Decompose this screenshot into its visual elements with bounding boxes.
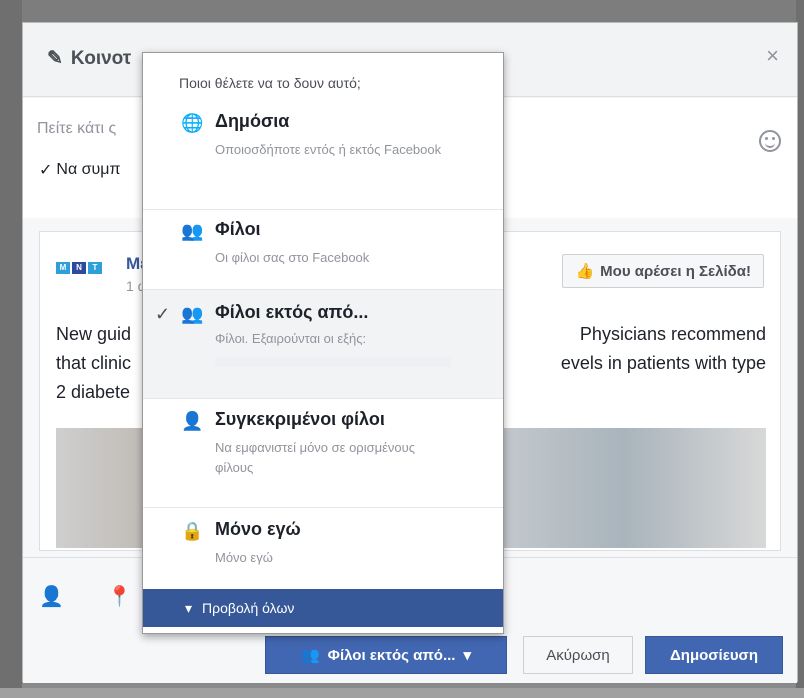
caret-down-icon: ▾ bbox=[185, 599, 193, 616]
logo-letter: M bbox=[56, 262, 70, 274]
dialog-title-text: Κοινοτ bbox=[70, 47, 132, 69]
post-text-fragment: New guid bbox=[56, 324, 132, 344]
privacy-option-friends-except[interactable]: ✓ 👥 Φίλοι εκτός από... Φίλοι. Εξαιρούντα… bbox=[143, 290, 503, 398]
privacy-option-title: Φίλοι εκτός από... bbox=[215, 302, 369, 322]
backdrop-top bbox=[0, 0, 804, 22]
privacy-menu: Ποιοι θέλετε να το δουν αυτό; 🌐 Δημόσια … bbox=[142, 52, 504, 634]
backdrop-bottom bbox=[0, 688, 804, 698]
location-icon[interactable]: 📍 bbox=[107, 584, 132, 609]
composer-input[interactable]: Πείτε κάτι ς bbox=[37, 120, 116, 138]
caret-down-icon: ▾ bbox=[463, 647, 472, 664]
privacy-option-desc: Μόνο εγώ bbox=[215, 550, 273, 565]
privacy-option-only-me[interactable]: 🔒 Μόνο εγώ Μόνο εγώ bbox=[143, 519, 503, 568]
privacy-option-title: Φίλοι bbox=[215, 219, 261, 239]
audience-label: Φίλοι εκτός από... bbox=[327, 646, 456, 664]
privacy-menu-header: Ποιοι θέλετε να το δουν αυτό; bbox=[179, 75, 361, 91]
post-text-fragment: evels in patients with type bbox=[560, 353, 766, 373]
logo-letter: N bbox=[72, 262, 86, 274]
like-page-button[interactable]: 👍 Μου αρέσει η Σελίδα! bbox=[562, 254, 764, 288]
page-logo: M N T bbox=[56, 262, 102, 274]
menu-divider bbox=[143, 507, 503, 508]
dialog-title: ✎ Κοινοτ bbox=[47, 47, 131, 70]
see-all-button[interactable]: ▾ Προβολή όλων bbox=[143, 589, 503, 627]
post-text-fragment: Physicians recommend bbox=[579, 324, 766, 344]
globe-icon: 🌐 bbox=[181, 113, 204, 133]
emoji-icon[interactable] bbox=[759, 130, 781, 152]
logo-letter: T bbox=[88, 262, 102, 274]
menu-divider bbox=[143, 209, 503, 210]
privacy-option-specific-friends[interactable]: 👤 Συγκεκριμένοι φίλοι Να εμφανιστεί μόνο… bbox=[143, 409, 503, 478]
friends-except-icon: 👥 bbox=[300, 647, 320, 664]
excluded-friends-field[interactable] bbox=[215, 357, 451, 367]
share-checkbox[interactable]: ✓ Να συμπ bbox=[39, 160, 121, 180]
privacy-option-title: Δημόσια bbox=[215, 111, 290, 131]
audience-selector-button[interactable]: 👥 Φίλοι εκτός από... ▾ bbox=[265, 636, 507, 674]
close-icon[interactable]: × bbox=[766, 43, 779, 69]
privacy-option-desc: Φίλοι. Εξαιρούνται οι εξής: bbox=[215, 331, 367, 346]
publish-button[interactable]: Δημοσίευση bbox=[645, 636, 783, 674]
like-page-label: Μου αρέσει η Σελίδα! bbox=[600, 262, 751, 280]
tag-friends-icon[interactable]: 👤 bbox=[39, 584, 64, 609]
thumbs-up-icon: 👍 bbox=[575, 263, 595, 280]
see-all-label: Προβολή όλων bbox=[202, 600, 295, 616]
friends-except-icon: 👥 bbox=[181, 304, 204, 324]
cancel-button[interactable]: Ακύρωση bbox=[523, 636, 633, 674]
checkmark-icon: ✓ bbox=[155, 304, 171, 324]
lock-icon: 🔒 bbox=[181, 521, 204, 541]
privacy-option-title: Συγκεκριμένοι φίλοι bbox=[215, 409, 385, 429]
privacy-option-title: Μόνο εγώ bbox=[215, 519, 301, 539]
edit-icon: ✎ bbox=[47, 48, 63, 69]
person-icon: 👤 bbox=[181, 411, 204, 431]
menu-divider bbox=[143, 398, 503, 399]
post-text-fragment: that clinic bbox=[56, 353, 132, 373]
privacy-option-desc: Οποιοσδήποτε εντός ή εκτός Facebook bbox=[215, 142, 442, 157]
post-text-fragment: 2 diabete bbox=[56, 382, 131, 402]
privacy-option-friends[interactable]: 👥 Φίλοι Οι φίλοι σας στο Facebook bbox=[143, 219, 503, 268]
privacy-option-public[interactable]: 🌐 Δημόσια Οποιοσδήποτε εντός ή εκτός Fac… bbox=[143, 111, 503, 160]
friends-icon: 👥 bbox=[181, 221, 204, 241]
share-check-label: Να συμπ bbox=[56, 161, 121, 178]
backdrop-left bbox=[0, 0, 22, 698]
check-icon: ✓ bbox=[39, 162, 53, 179]
privacy-option-desc: Οι φίλοι σας στο Facebook bbox=[215, 250, 370, 265]
privacy-option-desc: Να εμφανιστεί μόνο σε ορισμένους φίλους bbox=[215, 440, 416, 475]
